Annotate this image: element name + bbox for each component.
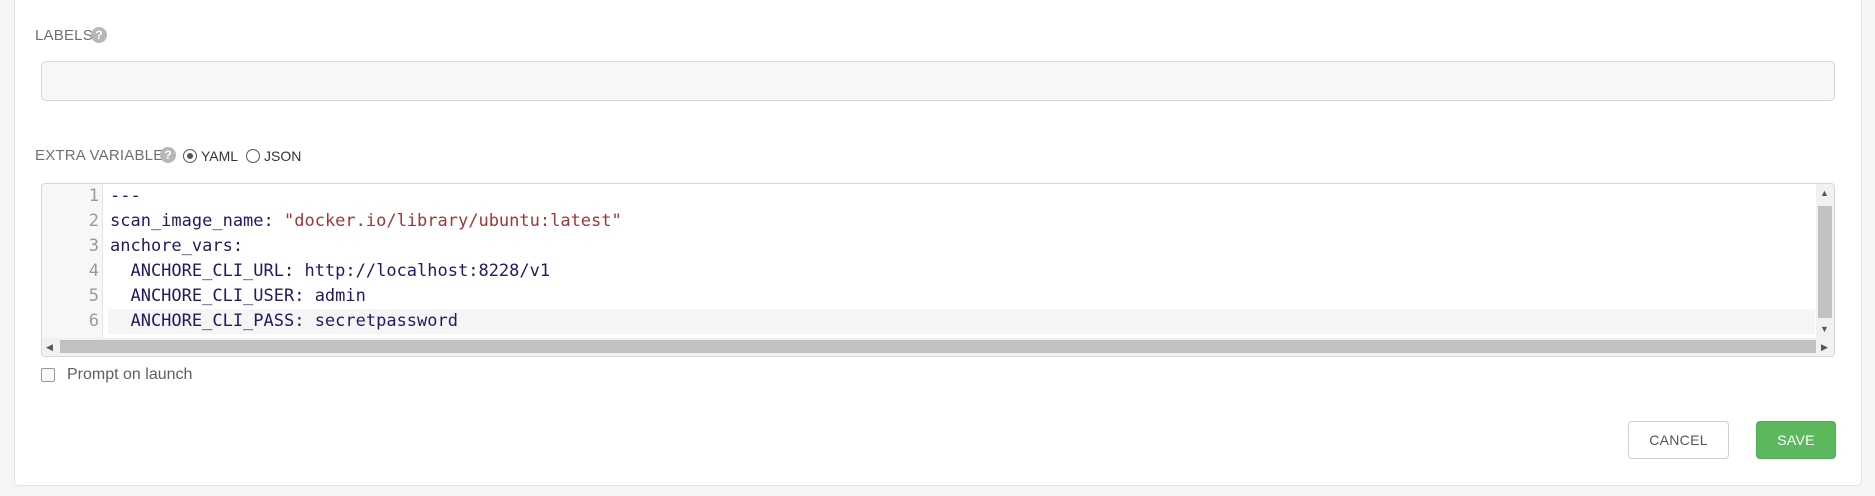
yaml-radio-label: YAML	[201, 148, 239, 164]
code-lines[interactable]: 1 --- 2 scan_image_name: "docker.io/libr…	[42, 184, 1834, 334]
line-number: 1	[88, 186, 99, 206]
extra-variables-help-icon[interactable]: ?	[160, 147, 176, 163]
code-line[interactable]: 3 anchore_vars:	[42, 234, 1834, 259]
cancel-button[interactable]: CANCEL	[1628, 421, 1729, 459]
code-line[interactable]: 4 ANCHORE_CLI_URL: http://localhost:8228…	[42, 259, 1834, 284]
code-text: ANCHORE_CLI_USER: admin	[110, 286, 366, 306]
yaml-radio[interactable]: YAML	[183, 147, 238, 165]
prompt-on-launch-checkbox[interactable]	[41, 368, 55, 382]
form-panel: LABELS ? EXTRA VARIABLES ? YAML JSON 1 -…	[14, 0, 1862, 486]
scroll-left-arrow-icon[interactable]: ◀	[46, 342, 53, 352]
extra-variables-label: EXTRA VARIABLES	[35, 147, 174, 164]
code-line[interactable]: 1 ---	[42, 184, 1834, 209]
vertical-scroll-thumb[interactable]	[1818, 206, 1832, 318]
vertical-scrollbar[interactable]: ▲ ▼	[1816, 184, 1834, 338]
code-line[interactable]: 2 scan_image_name: "docker.io/library/ub…	[42, 209, 1834, 234]
code-text: scan_image_name:	[110, 211, 284, 231]
code-text: ANCHORE_CLI_PASS: secretpassword	[110, 311, 458, 331]
horizontal-scrollbar[interactable]: ◀ ▶	[42, 338, 1834, 356]
labels-help-icon[interactable]: ?	[91, 27, 107, 43]
labels-field-label: LABELS	[35, 27, 93, 44]
line-number: 5	[88, 286, 99, 306]
code-text: anchore_vars:	[110, 236, 244, 256]
scroll-down-arrow-icon[interactable]: ▼	[1820, 324, 1829, 334]
save-button[interactable]: SAVE	[1756, 421, 1836, 459]
code-text: ---	[110, 186, 141, 206]
line-number: 6	[88, 311, 99, 331]
json-radio[interactable]: JSON	[246, 147, 301, 165]
prompt-on-launch-row[interactable]: Prompt on launch	[41, 366, 192, 384]
code-line-active[interactable]: 6 ANCHORE_CLI_PASS: secretpassword	[42, 309, 1834, 334]
labels-input[interactable]	[41, 61, 1835, 101]
line-number: 4	[88, 261, 99, 281]
line-number: 2	[88, 211, 99, 231]
line-number: 3	[88, 236, 99, 256]
code-string: "docker.io/library/ubuntu:latest"	[284, 211, 622, 231]
prompt-on-launch-label: Prompt on launch	[67, 366, 193, 383]
code-line[interactable]: 5 ANCHORE_CLI_USER: admin	[42, 284, 1834, 309]
yaml-radio-circle[interactable]	[183, 149, 197, 163]
scroll-right-arrow-icon[interactable]: ▶	[1821, 342, 1828, 352]
code-text: ANCHORE_CLI_URL: http://localhost:8228/v…	[110, 261, 551, 281]
json-radio-circle[interactable]	[246, 149, 260, 163]
json-radio-label: JSON	[264, 148, 302, 164]
extra-variables-code-editor[interactable]: 1 --- 2 scan_image_name: "docker.io/libr…	[41, 183, 1835, 357]
horizontal-scroll-thumb[interactable]	[60, 340, 1816, 353]
scroll-up-arrow-icon[interactable]: ▲	[1820, 188, 1829, 198]
